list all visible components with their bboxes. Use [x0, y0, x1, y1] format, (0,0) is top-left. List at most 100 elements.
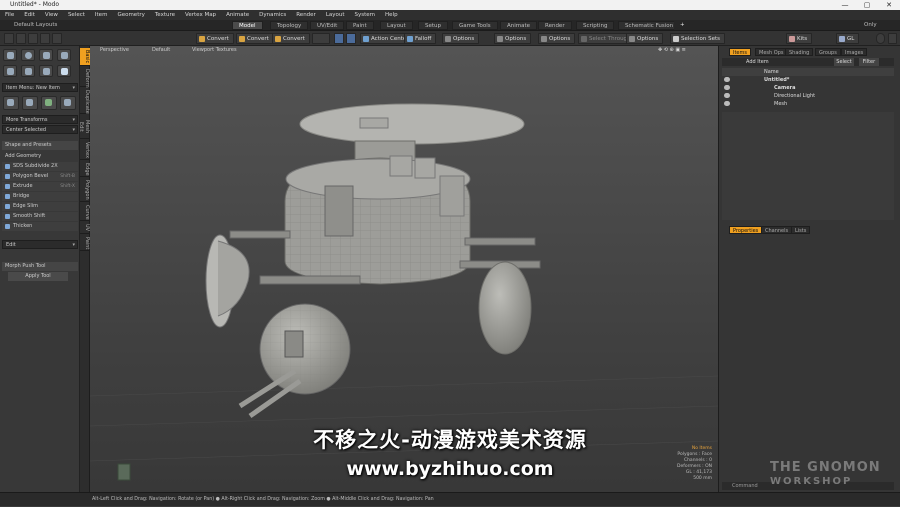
polygon-mode-icon[interactable]	[28, 33, 38, 44]
side-tab-duplicate[interactable]: Duplicate	[80, 88, 90, 114]
column-name-header[interactable]: Name	[722, 68, 894, 76]
side-tab-edge[interactable]: Edge	[80, 161, 90, 177]
tool-properties-header[interactable]: Morph Push Tool	[2, 262, 78, 271]
item-row-mesh[interactable]: Mesh	[722, 100, 894, 108]
menu-view[interactable]: View	[40, 10, 63, 20]
tab-properties[interactable]: Properties	[729, 226, 763, 234]
sphere-tool-icon[interactable]	[21, 49, 35, 61]
tool-polygon-bevel[interactable]: Polygon Bevel Shift-B	[2, 172, 78, 181]
cube-tool-icon[interactable]	[3, 49, 17, 61]
tool-edge-slim[interactable]: Edge Slim	[2, 202, 78, 211]
falloff-button[interactable]: Falloff	[404, 33, 437, 44]
visibility-eye-icon[interactable]	[724, 77, 730, 82]
edge-mode-icon[interactable]	[16, 33, 26, 44]
tool-extrude[interactable]: Extrude Shift-X	[2, 182, 78, 191]
options-button-2[interactable]: Options	[494, 33, 532, 44]
more-transforms-dropdown[interactable]: More Transforms	[2, 115, 78, 125]
filter-button[interactable]: Filter	[859, 58, 879, 66]
layouts-dropdown[interactable]: Default Layouts	[8, 21, 64, 30]
side-tab-vertex[interactable]: Vertex	[80, 140, 90, 160]
visibility-eye-icon[interactable]	[724, 101, 730, 106]
tab-mesh-ops[interactable]: Mesh Ops	[755, 48, 788, 56]
material-mode-icon[interactable]	[52, 33, 62, 44]
menu-texture[interactable]: Texture	[150, 10, 180, 20]
tab-uv-edit[interactable]: UV/Edit	[310, 21, 345, 30]
transform-tool-icon[interactable]	[60, 96, 76, 110]
menu-select[interactable]: Select	[63, 10, 90, 20]
item-row-scene[interactable]: Untitled*	[722, 76, 894, 84]
menu-help[interactable]: Help	[380, 10, 403, 20]
menu-system[interactable]: System	[350, 10, 381, 20]
close-button[interactable]: ✕	[878, 0, 900, 10]
scale-tool-icon[interactable]	[41, 96, 57, 110]
workplane-icon[interactable]	[334, 33, 344, 44]
tab-scripting[interactable]: Scripting	[576, 21, 615, 30]
side-tab-mesh-edit[interactable]: Mesh Edit	[78, 115, 90, 139]
convert-button-3[interactable]: Convert	[272, 33, 310, 44]
side-tab-deform[interactable]: Deform	[80, 67, 90, 88]
tab-shading[interactable]: Shading	[785, 48, 814, 56]
cylinder-tool-icon[interactable]	[39, 49, 53, 61]
menu-edit[interactable]: Edit	[19, 10, 40, 20]
item-menu-dropdown[interactable]: Item Menu: New Item	[2, 83, 78, 93]
tab-setup[interactable]: Setup	[418, 21, 449, 30]
vertex-mode-icon[interactable]	[4, 33, 14, 44]
side-tab-basic[interactable]: Basic	[80, 48, 90, 66]
gl-button[interactable]: GL	[836, 33, 860, 44]
only-toggle[interactable]: Only	[858, 21, 883, 30]
options-button-4[interactable]: Options	[626, 33, 664, 44]
torus-tool-icon[interactable]	[3, 65, 17, 77]
symmetry-icon[interactable]	[312, 33, 330, 44]
tab-render[interactable]: Render	[538, 21, 572, 30]
tab-images[interactable]: Images	[841, 48, 868, 56]
tab-channels[interactable]: Channels	[761, 226, 793, 234]
tool-bridge[interactable]: Bridge	[2, 192, 78, 201]
convert-button-1[interactable]: Convert	[196, 33, 234, 44]
snap-icon[interactable]	[346, 33, 356, 44]
tool-smooth-shift[interactable]: Smooth Shift	[2, 212, 78, 221]
minimize-button[interactable]: —	[834, 0, 856, 10]
text-tool-icon[interactable]	[57, 65, 71, 77]
cone-tool-icon[interactable]	[57, 49, 71, 61]
menu-dynamics[interactable]: Dynamics	[254, 10, 291, 20]
convert-button-2[interactable]: Convert	[236, 33, 274, 44]
add-tab-button[interactable]: +	[674, 21, 691, 30]
settings-gear-icon[interactable]	[888, 33, 897, 44]
menu-file[interactable]: File	[0, 10, 19, 20]
menu-render[interactable]: Render	[291, 10, 321, 20]
item-row-camera[interactable]: Camera	[722, 84, 894, 92]
tab-layout[interactable]: Layout	[380, 21, 413, 30]
tab-lists[interactable]: Lists	[791, 226, 811, 234]
visibility-eye-icon[interactable]	[724, 85, 730, 90]
apply-tool-button[interactable]: Apply Tool	[8, 272, 68, 281]
menu-animate[interactable]: Animate	[221, 10, 254, 20]
side-tab-paint[interactable]: Paint	[80, 235, 90, 251]
options-button-1[interactable]: Options	[442, 33, 480, 44]
side-tab-curve[interactable]: Curve	[80, 203, 90, 221]
rotate-tool-icon[interactable]	[22, 96, 38, 110]
selection-sets-button[interactable]: Selection Sets	[670, 33, 725, 44]
tab-game-tools[interactable]: Game Tools	[452, 21, 498, 30]
item-row-light[interactable]: Directional Light	[722, 92, 894, 100]
edit-dropdown[interactable]: Edit	[2, 240, 78, 250]
help-icon[interactable]	[876, 33, 885, 44]
capsule-tool-icon[interactable]	[21, 65, 35, 77]
tool-sds-subdivide[interactable]: SDS Subdivide 2X	[2, 162, 78, 171]
select-button[interactable]: Select	[834, 58, 854, 66]
menu-item[interactable]: Item	[90, 10, 113, 20]
tab-topology[interactable]: Topology	[270, 21, 309, 30]
tab-groups[interactable]: Groups	[815, 48, 841, 56]
item-mode-icon[interactable]	[40, 33, 50, 44]
tab-model[interactable]: Model	[232, 21, 263, 30]
tab-animate[interactable]: Animate	[500, 21, 538, 30]
menu-geometry[interactable]: Geometry	[112, 10, 149, 20]
tab-items[interactable]: Items	[729, 48, 751, 56]
options-button-3[interactable]: Options	[538, 33, 576, 44]
side-tab-polygon[interactable]: Polygon	[80, 178, 90, 202]
plane-tool-icon[interactable]	[39, 65, 53, 77]
move-tool-icon[interactable]	[3, 96, 19, 110]
maximize-button[interactable]: ▢	[856, 0, 878, 10]
tab-schematic-fusion[interactable]: Schematic Fusion	[618, 21, 681, 30]
side-tab-uv[interactable]: UV	[80, 222, 90, 234]
tool-thicken[interactable]: Thicken	[2, 222, 78, 231]
